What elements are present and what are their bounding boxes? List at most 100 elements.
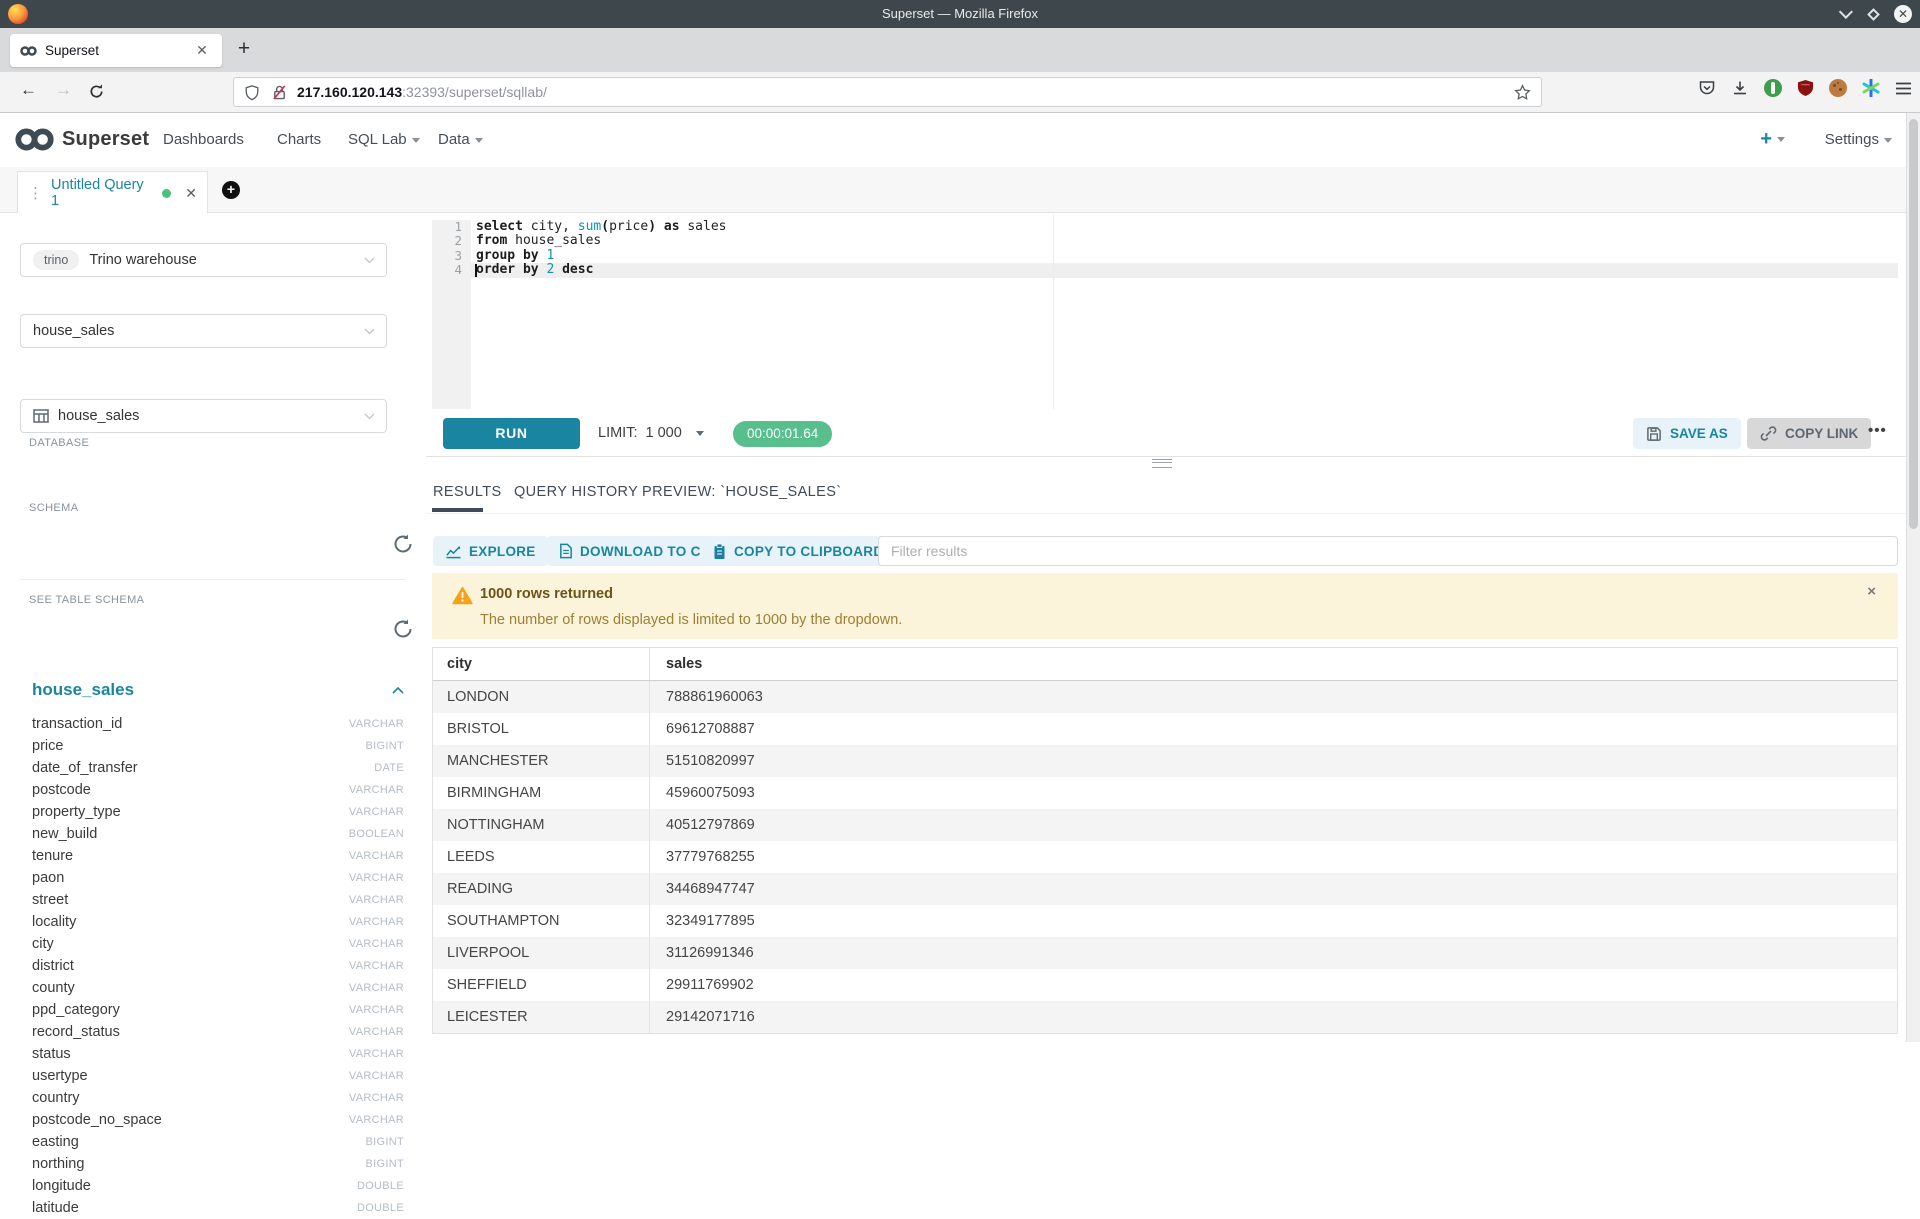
column-name: usertype [32, 1068, 88, 1084]
schema-label: SCHEMA [29, 502, 78, 514]
result-row[interactable]: BRISTOL69612708887 [433, 713, 1897, 745]
schema-column-row: city VARCHAR [32, 933, 404, 955]
results-table: city sales LONDON788861960063BRISTOL6961… [432, 647, 1898, 1034]
url-bar[interactable]: 217.160.120.143:32393/superset/sqllab/ [233, 77, 1542, 107]
line-number: 2 [432, 234, 471, 248]
back-icon[interactable]: ← [20, 80, 37, 100]
cookie-icon[interactable] [1829, 79, 1847, 97]
nav-charts[interactable]: Charts [277, 131, 321, 148]
nav-settings[interactable]: Settings [1825, 131, 1892, 148]
drag-handle-icon[interactable]: ⋮ [28, 184, 43, 202]
result-row[interactable]: LIVERPOOL31126991346 [433, 937, 1897, 969]
new-tab-button[interactable]: + [230, 36, 258, 64]
window-maximize-icon[interactable] [1867, 8, 1880, 21]
explore-button[interactable]: EXPLORE [433, 536, 548, 566]
schema-column-row: country VARCHAR [32, 1087, 404, 1109]
caret-down-icon [1777, 137, 1785, 142]
query-tab-close-icon[interactable]: ✕ [185, 185, 197, 202]
result-row[interactable]: BIRMINGHAM45960075093 [433, 777, 1897, 809]
column-header-city[interactable]: city [433, 648, 650, 680]
column-name: date_of_transfer [32, 760, 138, 776]
tab-preview[interactable]: PREVIEW: `HOUSE_SALES` [642, 484, 842, 500]
column-type: BOOLEAN [349, 828, 404, 840]
page-scrollbar[interactable] [1906, 113, 1920, 1042]
save-icon [1646, 426, 1662, 442]
column-type: DOUBLE [357, 1180, 404, 1192]
sql-line[interactable]: order by 2 desc [476, 263, 727, 277]
caret-down-icon [696, 431, 704, 436]
browser-tab[interactable]: Superset ✕ [10, 34, 222, 67]
filter-results-input[interactable] [878, 536, 1898, 566]
column-name: postcode [32, 782, 91, 798]
chart-icon [445, 544, 462, 559]
result-row[interactable]: SOUTHAMPTON32349177895 [433, 905, 1897, 937]
column-type: DATE [374, 762, 404, 774]
result-row[interactable]: READING34468947747 [433, 873, 1897, 905]
result-row[interactable]: SHEFFIELD29911769902 [433, 969, 1897, 1001]
result-row[interactable]: LEICESTER29142071716 [433, 1001, 1897, 1033]
file-icon [559, 543, 573, 559]
menu-hamburger-icon[interactable] [1895, 81, 1912, 96]
nav-dashboards[interactable]: Dashboards [163, 131, 244, 148]
result-row[interactable]: LONDON788861960063 [433, 681, 1897, 713]
scrollbar-thumb[interactable] [1909, 119, 1918, 529]
table-name-heading[interactable]: house_sales [32, 680, 134, 700]
result-row[interactable]: LEEDS37779768255 [433, 841, 1897, 873]
result-row[interactable]: NOTTINGHAM40512797869 [433, 809, 1897, 841]
ublock-shield-icon[interactable] [1797, 79, 1814, 97]
lock-insecure-icon[interactable] [272, 84, 287, 101]
column-type: VARCHAR [349, 894, 404, 906]
copy-clipboard-button[interactable]: COPY TO CLIPBOARD [700, 536, 895, 566]
run-button[interactable]: RUN [443, 418, 580, 449]
database-select[interactable]: trino Trino warehouse [20, 243, 387, 277]
nav-add-button[interactable]: + [1760, 128, 1785, 151]
result-row[interactable]: MANCHESTER51510820997 [433, 745, 1897, 777]
cell-city: SOUTHAMPTON [433, 905, 650, 937]
download-icon[interactable] [1731, 79, 1749, 97]
superset-brand[interactable]: Superset [14, 126, 149, 153]
sql-editor[interactable]: 1234 select city, sum(price) as salesfro… [426, 213, 1906, 409]
bookmark-star-icon[interactable] [1514, 84, 1531, 101]
copy-link-button[interactable]: COPY LINK [1747, 418, 1871, 449]
column-header-sales[interactable]: sales [650, 648, 1897, 680]
results-table-header: city sales [433, 648, 1897, 681]
table-select[interactable]: house_sales [20, 399, 387, 433]
sql-line[interactable]: group by 1 [476, 249, 727, 263]
tab-query-history[interactable]: QUERY HISTORY [514, 484, 638, 500]
reload-icon[interactable] [88, 83, 105, 100]
results-tab-bar: RESULTS QUERY HISTORY PREVIEW: `HOUSE_SA… [426, 478, 1906, 514]
nav-sql-lab[interactable]: SQL Lab [348, 131, 420, 148]
collapse-chevron-icon[interactable] [392, 686, 404, 694]
superset-favicon-icon [20, 45, 37, 57]
column-name: ppd_category [32, 1002, 120, 1018]
tab-close-icon[interactable]: ✕ [192, 42, 212, 59]
pocket-icon[interactable] [1698, 79, 1716, 97]
schema-value: house_sales [33, 323, 114, 339]
cell-city: LONDON [433, 681, 650, 713]
nav-data[interactable]: Data [438, 131, 483, 148]
limit-dropdown[interactable]: LIMIT:1 000 [598, 425, 704, 441]
pane-drag-handle-icon[interactable] [1152, 459, 1172, 468]
sql-line[interactable]: select city, sum(price) as sales [476, 220, 727, 234]
forward-icon[interactable]: → [55, 80, 72, 100]
extension-green-icon[interactable] [1764, 79, 1782, 97]
cell-city: SHEFFIELD [433, 969, 650, 1001]
extension-asterisk-icon[interactable] [1862, 79, 1880, 97]
alert-close-icon[interactable]: × [1867, 583, 1876, 600]
sql-line[interactable]: from house_sales [476, 234, 727, 248]
pane-divider[interactable] [426, 456, 1906, 457]
query-timer-badge: 00:00:01.64 [733, 421, 832, 447]
window-close-icon[interactable]: ✕ [1894, 5, 1912, 23]
query-tab[interactable]: ⋮ Untitled Query 1 ✕ [17, 171, 208, 214]
schema-column-row: district VARCHAR [32, 955, 404, 977]
refresh-table-icon[interactable] [392, 618, 414, 640]
schema-select[interactable]: house_sales [20, 314, 387, 348]
add-query-tab-button[interactable]: + [222, 181, 240, 199]
column-name: latitude [32, 1200, 79, 1216]
tab-results[interactable]: RESULTS [433, 484, 502, 500]
save-as-button[interactable]: SAVE AS [1633, 418, 1741, 449]
more-options-button[interactable]: ••• [1868, 422, 1887, 439]
refresh-schema-icon[interactable] [392, 533, 414, 555]
sql-code[interactable]: select city, sum(price) as salesfrom hou… [476, 220, 727, 278]
shield-icon[interactable] [244, 84, 260, 101]
